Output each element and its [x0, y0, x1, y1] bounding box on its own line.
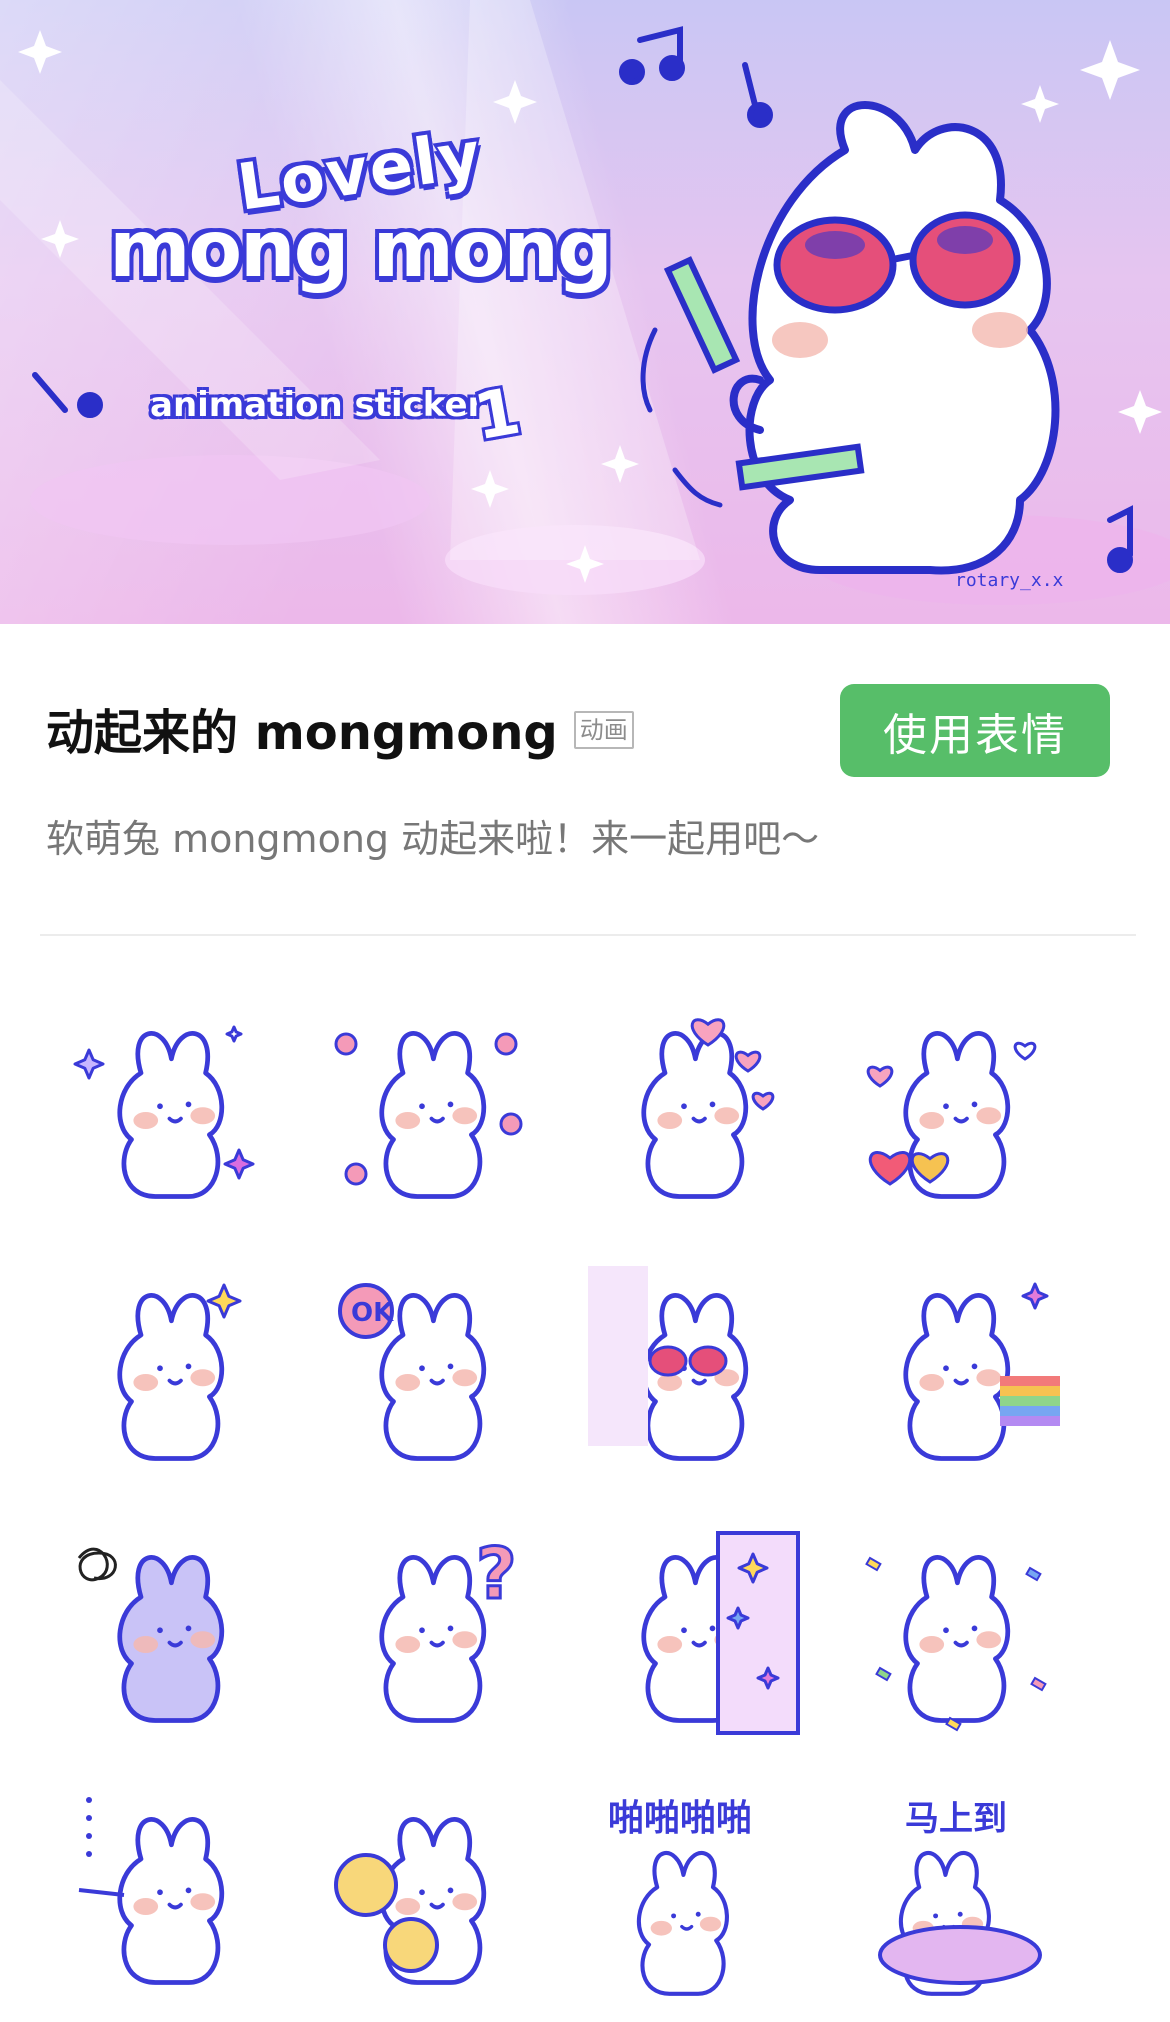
sticker-ok-sign[interactable]: OK	[302, 1242, 564, 1504]
pack-description: 软萌兔 mongmong 动起来啦！来一起用吧～	[46, 817, 820, 861]
svg-text:OK: OK	[351, 1298, 394, 1328]
sticker-question-image: ?	[378, 1531, 518, 1723]
sticker-sunglasses-dance-image	[587, 1265, 748, 1461]
banner-illustration	[0, 0, 1170, 605]
sticker-ok-sign-image: OK	[337, 1282, 486, 1461]
banner: Lovely mong mong animation sticker 1 rot…	[0, 0, 1170, 624]
sticker-hearts-hug-image	[866, 1030, 1036, 1199]
sticker-peek-door-image	[640, 1530, 800, 1735]
sticker-on-my-way[interactable]: 马上到	[826, 1766, 1088, 2022]
banner-subtitle: animation sticker	[150, 385, 485, 425]
sticker-hearts-hug[interactable]	[826, 980, 1088, 1242]
sticker-star-think-image	[116, 1283, 241, 1461]
svg-text:?: ?	[476, 1533, 517, 1615]
sticker-sunglasses-dance[interactable]	[564, 1242, 826, 1504]
svg-text:啪啪啪啪: 啪啪啪啪	[608, 1798, 752, 1839]
sticker-grid: OK? 啪啪啪啪 马上到	[40, 980, 1130, 2022]
banner-title: Lovely mong mong	[100, 118, 620, 295]
sticker-sulk-image	[78, 1796, 224, 1985]
sticker-cheer-pompom-image	[333, 1816, 486, 1985]
pack-title: 动起来的 mongmong	[46, 705, 558, 761]
sticker-flowers-image	[334, 1030, 522, 1199]
sticker-rainbow-zoom-image	[902, 1282, 1060, 1461]
divider	[40, 934, 1136, 936]
sticker-hearts-float[interactable]	[564, 980, 826, 1242]
sticker-sparkle-image	[73, 1025, 254, 1199]
sticker-confetti-image	[864, 1554, 1047, 1731]
sticker-confetti[interactable]	[826, 1504, 1088, 1766]
sticker-on-my-way-image: 马上到	[877, 1799, 1042, 1996]
sticker-star-think[interactable]	[40, 1242, 302, 1504]
svg-text:马上到: 马上到	[905, 1799, 1007, 1839]
sticker-question[interactable]: ?	[302, 1504, 564, 1766]
sticker-sparkle[interactable]	[40, 980, 302, 1242]
sticker-sulk[interactable]	[40, 1766, 302, 2022]
banner-credit: rotary_x.x	[955, 570, 1064, 591]
sticker-cheer-pompom[interactable]	[302, 1766, 564, 2022]
sticker-tangled-sad-image	[77, 1547, 224, 1723]
sticker-tangled-sad[interactable]	[40, 1504, 302, 1766]
sticker-peek-door[interactable]	[564, 1504, 826, 1766]
pack-title-row: 动起来的 mongmong 动画	[46, 693, 634, 763]
animated-badge: 动画	[573, 711, 634, 749]
sticker-rainbow-zoom[interactable]	[826, 1242, 1088, 1504]
sticker-flowers[interactable]	[302, 980, 564, 1242]
use-sticker-button[interactable]: 使用表情	[840, 684, 1110, 777]
sticker-hearts-float-image	[640, 1017, 774, 1199]
sticker-clap-image: 啪啪啪啪	[608, 1798, 752, 1996]
sticker-clap[interactable]: 啪啪啪啪	[564, 1766, 826, 2022]
